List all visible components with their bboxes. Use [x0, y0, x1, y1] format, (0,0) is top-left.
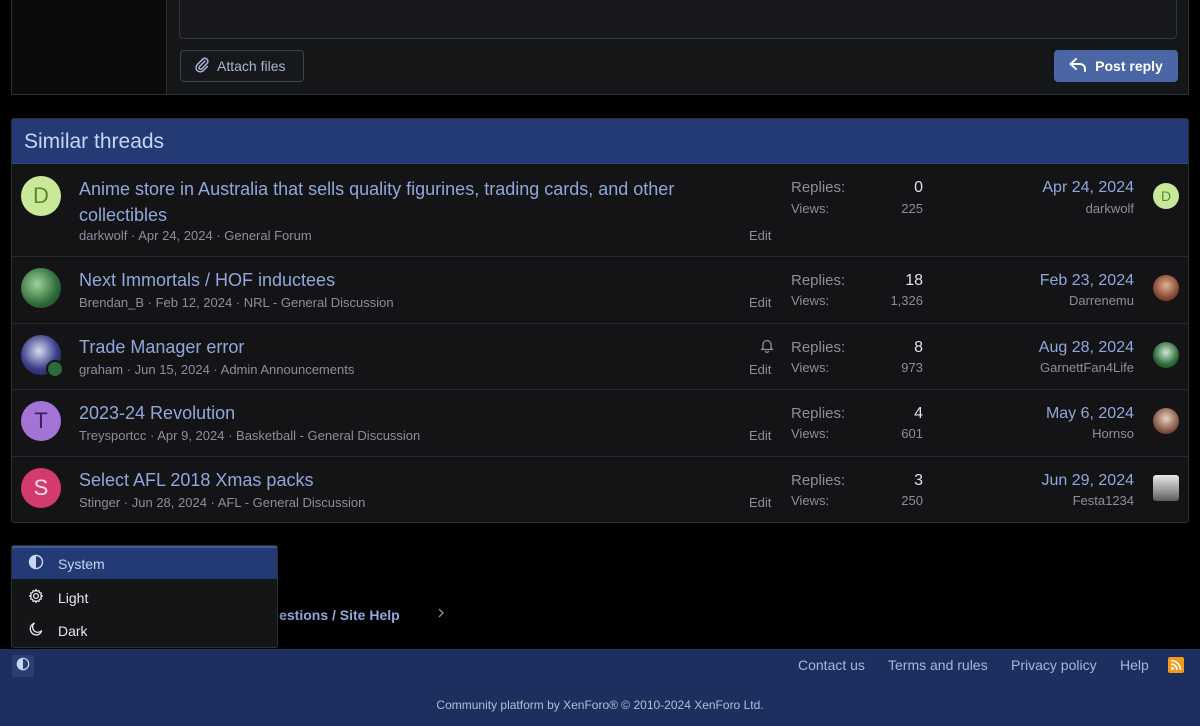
avatar[interactable]: T [21, 401, 61, 441]
menu-item-light[interactable]: Light [12, 581, 277, 614]
replies-label: Replies: [791, 472, 846, 489]
last-poster-avatar[interactable]: D [1153, 183, 1179, 209]
views-count: 973 [901, 360, 923, 375]
rss-icon[interactable] [1168, 657, 1184, 673]
avatar[interactable]: D [21, 176, 61, 216]
thread-meta: graham · Jun 15, 2024 · Admin Announceme… [79, 362, 355, 377]
replies-count: 4 [914, 405, 923, 422]
thread-row: D Anime store in Australia that sells qu… [12, 164, 1188, 256]
replies-count: 3 [914, 472, 923, 489]
footer: Contact us Terms and rules Privacy polic… [0, 649, 1200, 726]
thread-title[interactable]: Trade Manager error [79, 334, 739, 360]
edit-link[interactable]: Edit [749, 295, 771, 310]
attach-files-label: Attach files [217, 58, 286, 74]
menu-item-dark[interactable]: Dark [12, 614, 277, 647]
thread-title[interactable]: Anime store in Australia that sells qual… [79, 176, 739, 228]
last-poster-avatar[interactable] [1153, 342, 1179, 368]
thread-title[interactable]: 2023-24 Revolution [79, 400, 739, 426]
reply-user-column [12, 0, 167, 94]
last-post-date[interactable]: Feb 23, 2024 [1040, 272, 1134, 290]
views-label: Views: [791, 360, 830, 375]
menu-item-label: Light [58, 589, 89, 606]
menu-item-system[interactable]: System [12, 546, 277, 579]
theme-toggle-button[interactable] [12, 655, 34, 677]
last-poster-avatar[interactable] [1153, 408, 1179, 434]
last-post-user[interactable]: darkwolf [1086, 201, 1134, 216]
last-post-user[interactable]: Festa1234 [1073, 493, 1134, 508]
chevron-right-icon [437, 607, 445, 622]
bell-icon[interactable] [760, 338, 774, 358]
last-post-date[interactable]: Aug 28, 2024 [1039, 339, 1134, 357]
footer-link-terms[interactable]: Terms and rules [888, 657, 988, 673]
copyright: Community platform by XenForo® © 2010-20… [436, 698, 764, 712]
views-label: Views: [791, 493, 830, 508]
edit-link[interactable]: Edit [749, 362, 771, 377]
replies-label: Replies: [791, 272, 846, 289]
thread-title[interactable]: Next Immortals / HOF inductees [79, 267, 739, 293]
breadcrumb-link[interactable]: ggestions / Site Help [262, 607, 400, 623]
theme-menu: System Light Dark [11, 545, 278, 648]
reply-editor[interactable] [179, 0, 1177, 39]
replies-label: Replies: [791, 179, 846, 196]
views-label: Views: [791, 293, 830, 308]
replies-count: 0 [914, 179, 923, 196]
last-post-date[interactable]: Jun 29, 2024 [1041, 472, 1134, 490]
thread-meta: Stinger · Jun 28, 2024 · AFL - General D… [79, 495, 366, 510]
thread-row: T 2023-24 Revolution Treysportcc · Apr 9… [12, 389, 1188, 456]
last-poster-avatar[interactable] [1153, 275, 1179, 301]
similar-threads-block: Similar threads D Anime store in Austral… [11, 118, 1189, 523]
edit-link[interactable]: Edit [749, 495, 771, 510]
footer-link-help[interactable]: Help [1120, 657, 1149, 673]
replies-label: Replies: [791, 339, 846, 356]
views-label: Views: [791, 426, 830, 441]
reply-arrow-icon [1069, 57, 1087, 76]
thread-meta: Brendan_B · Feb 12, 2024 · NRL - General… [79, 295, 394, 310]
reply-block: Attach files Post reply [11, 0, 1189, 95]
last-post-user[interactable]: Darrenemu [1069, 293, 1134, 308]
thread-row: S Select AFL 2018 Xmas packs Stinger · J… [12, 456, 1188, 522]
last-post-user[interactable]: Hornso [1092, 426, 1134, 441]
views-count: 250 [901, 493, 923, 508]
menu-item-label: System [58, 555, 105, 572]
half-circle-icon [16, 657, 30, 676]
moon-icon [28, 621, 44, 640]
views-count: 601 [901, 426, 923, 441]
last-poster-avatar[interactable] [1153, 475, 1179, 501]
replies-label: Replies: [791, 405, 846, 422]
replies-count: 8 [914, 339, 923, 356]
views-count: 1,326 [890, 293, 923, 308]
thread-title[interactable]: Select AFL 2018 Xmas packs [79, 467, 739, 493]
footer-link-contact[interactable]: Contact us [798, 657, 865, 673]
half-circle-icon [28, 554, 44, 573]
edit-link[interactable]: Edit [749, 228, 771, 243]
last-post-user[interactable]: GarnettFan4Life [1040, 360, 1134, 375]
views-count: 225 [901, 201, 923, 216]
secondary-avatar [46, 360, 64, 378]
thread-meta: Treysportcc · Apr 9, 2024 · Basketball -… [79, 428, 421, 443]
edit-link[interactable]: Edit [749, 428, 771, 443]
paperclip-icon [195, 57, 209, 76]
thread-row: Trade Manager error graham · Jun 15, 202… [12, 323, 1188, 389]
similar-threads-title: Similar threads [12, 119, 1188, 164]
last-post-date[interactable]: May 6, 2024 [1046, 405, 1134, 423]
avatar[interactable] [21, 268, 61, 308]
gear-icon [28, 588, 44, 607]
post-reply-button[interactable]: Post reply [1054, 50, 1178, 82]
menu-item-label: Dark [58, 622, 88, 639]
post-reply-label: Post reply [1095, 58, 1163, 74]
replies-count: 18 [905, 272, 923, 289]
avatar[interactable]: S [21, 468, 61, 508]
last-post-date[interactable]: Apr 24, 2024 [1042, 179, 1134, 197]
thread-meta: darkwolf · Apr 24, 2024 · General Forum [79, 228, 312, 243]
thread-row: Next Immortals / HOF inductees Brendan_B… [12, 256, 1188, 323]
views-label: Views: [791, 201, 830, 216]
attach-files-button[interactable]: Attach files [180, 50, 304, 82]
footer-link-privacy[interactable]: Privacy policy [1011, 657, 1097, 673]
